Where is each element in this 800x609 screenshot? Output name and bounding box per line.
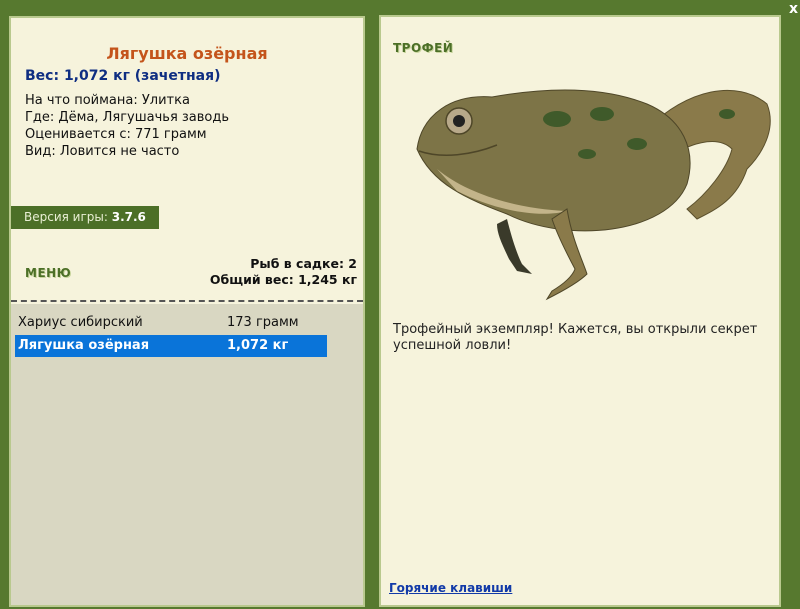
frog-image (416, 89, 771, 301)
close-icon[interactable]: x (789, 2, 798, 16)
fish-title: Лягушка озёрная (106, 44, 268, 63)
trophy-panel: ТРОФЕЙ Трофейный экземпляр! Кажется, вы … (379, 15, 781, 607)
list-item[interactable]: Хариус сибирский 173 грамм (15, 312, 327, 334)
catch-bait: На что поймана: Улитка (25, 93, 190, 108)
list-item-weight: 173 грамм (227, 315, 299, 330)
keep-net-stats: Рыб в садке: 2 Общий вес: 1,245 кг (210, 256, 357, 288)
trophy-label: ТРОФЕЙ (393, 41, 454, 55)
fish-weight: Вес: 1,072 кг (зачетная) (25, 68, 221, 84)
hotkeys-link[interactable]: Горячие клавиши (389, 581, 512, 595)
fish-list: Хариус сибирский 173 грамм Лягушка озёрн… (11, 304, 363, 605)
catch-location: Где: Дёма, Лягушачья заводь (25, 110, 230, 125)
catch-rarity: Вид: Ловится не часто (25, 144, 180, 159)
divider (11, 300, 363, 302)
list-item-name: Лягушка озёрная (18, 338, 150, 353)
catch-info-panel: Лягушка озёрная Вес: 1,072 кг (зачетная)… (9, 16, 365, 607)
version-value: 3.7.6 (111, 210, 146, 224)
list-item-selected[interactable]: Лягушка озёрная 1,072 кг (15, 335, 327, 357)
list-item-weight: 1,072 кг (227, 338, 289, 353)
keep-net-total-weight: Общий вес: 1,245 кг (209, 272, 357, 287)
menu-button[interactable]: МЕНЮ (25, 266, 71, 280)
version-label: Версия игры: (24, 210, 108, 224)
version-badge: Версия игры: 3.7.6 (11, 206, 159, 229)
catch-details: На что поймана: Улитка Где: Дёма, Лягуша… (25, 92, 229, 160)
catch-threshold: Оценивается с: 771 грамм (25, 127, 207, 142)
keep-net-count: Рыб в садке: 2 (250, 256, 357, 271)
trophy-message: Трофейный экземпляр! Кажется, вы открыли… (393, 322, 758, 353)
list-item-name: Хариус сибирский (18, 315, 143, 330)
